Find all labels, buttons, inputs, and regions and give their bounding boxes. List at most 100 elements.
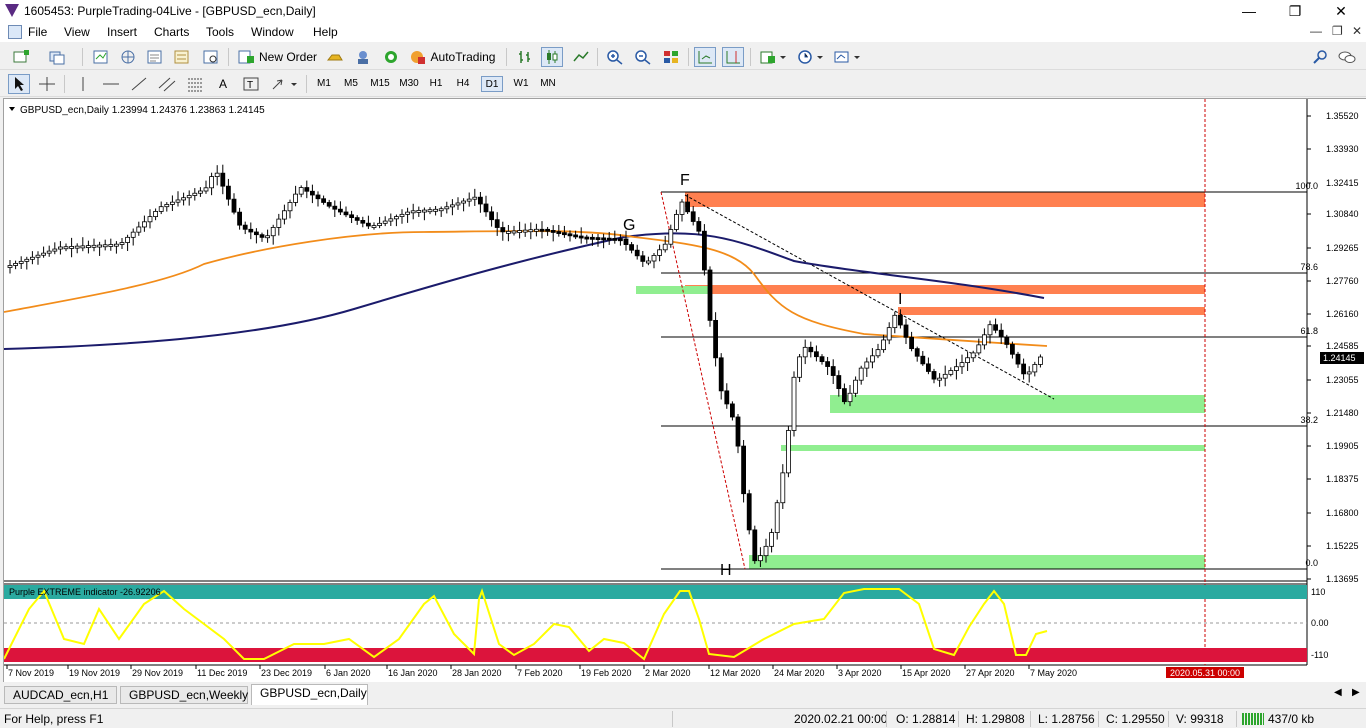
title-bar: 1605453: PurpleTrading-04Live - [GBPUSD_… <box>0 0 1366 22</box>
minimize-icon[interactable]: — <box>1226 0 1272 22</box>
gold-bars-icon[interactable] <box>324 47 346 67</box>
date-tick-label: 7 May 2020 <box>1030 668 1077 678</box>
current-price-label: 1.24145 <box>1323 353 1356 363</box>
crosshair-icon[interactable] <box>36 74 58 94</box>
date-tick-label: 16 Jan 2020 <box>388 668 438 678</box>
close-icon[interactable]: ✕ <box>1318 0 1364 22</box>
auto-scroll-icon[interactable] <box>694 47 716 67</box>
timeframe-w1[interactable]: W1 <box>509 76 533 92</box>
price-tick-label: 1.18375 <box>1326 474 1359 484</box>
candle[interactable] <box>707 266 713 327</box>
data-window-icon[interactable] <box>171 47 193 67</box>
market-watch-icon[interactable] <box>90 47 112 67</box>
status-bar: For Help, press F1 2020.02.21 00:00 O: 1… <box>0 708 1366 728</box>
menu-file[interactable]: File <box>28 25 47 39</box>
menu-insert[interactable]: Insert <box>107 25 137 39</box>
menu-tools[interactable]: Tools <box>206 25 234 39</box>
candle[interactable] <box>741 439 746 503</box>
timeframe-d1[interactable]: D1 <box>481 76 503 92</box>
bar-chart-icon[interactable] <box>514 47 536 67</box>
menu-window[interactable]: Window <box>251 25 294 39</box>
price-tick-label: 1.33930 <box>1326 144 1359 154</box>
arrows-dropdown[interactable] <box>268 74 300 94</box>
mdi-restore-icon[interactable]: ❐ <box>1332 24 1343 38</box>
price-tick-label: 1.29265 <box>1326 243 1359 253</box>
chat-icon[interactable] <box>1336 47 1358 67</box>
price-tick-label: 1.23055 <box>1326 375 1359 385</box>
tab-audcad-h1[interactable]: AUDCAD_ecn,H1 <box>4 686 117 704</box>
text-tool-icon[interactable]: A <box>212 74 234 94</box>
periods-dropdown[interactable] <box>794 47 826 67</box>
signals-icon[interactable] <box>352 47 374 67</box>
autotrading-button[interactable]: AutoTrading <box>406 47 498 67</box>
candle[interactable] <box>791 371 797 437</box>
timeframe-m30[interactable]: M30 <box>396 76 422 92</box>
timeframe-m5[interactable]: M5 <box>340 76 362 92</box>
maximize-icon[interactable]: ❐ <box>1272 0 1318 22</box>
new-order-button[interactable]: New Order <box>236 47 318 67</box>
svg-text:T: T <box>247 80 253 91</box>
price-tick-label: 1.21480 <box>1326 408 1359 418</box>
text-label-icon[interactable]: T <box>240 74 262 94</box>
equidistant-channel-icon[interactable] <box>156 74 178 94</box>
fibonacci-retracement-icon[interactable] <box>184 74 206 94</box>
cursor-icon[interactable] <box>8 74 30 94</box>
menu-bar: File View Insert Charts Tools Window Hel… <box>0 22 1366 42</box>
menu-charts[interactable]: Charts <box>154 25 189 39</box>
chart-window[interactable]: GBPUSD_ecn,Daily 1.23994 1.24376 1.23863… <box>3 98 1366 682</box>
date-tick-label: 19 Nov 2019 <box>69 668 120 678</box>
candle[interactable] <box>746 489 752 535</box>
timeframe-m1[interactable]: M1 <box>313 76 335 92</box>
search-icon[interactable] <box>1310 47 1332 67</box>
mdi-minimize-icon[interactable]: — <box>1310 24 1322 38</box>
horizontal-line-icon[interactable] <box>100 74 122 94</box>
menu-help[interactable]: Help <box>313 25 338 39</box>
connection-status-icon[interactable] <box>1242 713 1264 725</box>
zoom-out-icon[interactable] <box>632 47 654 67</box>
tabs-scroll-left-icon[interactable]: ◀ <box>1334 687 1342 698</box>
oscillator-oversold-band <box>4 648 1307 662</box>
price-tick-label: 1.35520 <box>1326 111 1359 121</box>
candlestick-chart-icon[interactable] <box>541 47 563 67</box>
candle[interactable] <box>752 525 758 564</box>
tab-gbpusd-weekly[interactable]: GBPUSD_ecn,Weekly <box>120 686 248 704</box>
chart-tabs: AUDCAD_ecn,H1 GBPUSD_ecn,Weekly GBPUSD_e… <box>0 683 1366 705</box>
profiles-icon[interactable] <box>46 47 68 67</box>
date-tick-label: 6 Jan 2020 <box>326 668 371 678</box>
wave-label-i: I <box>898 291 902 308</box>
status-high: H: 1.29808 <box>966 712 1025 726</box>
date-tick-label: 27 Apr 2020 <box>966 668 1015 678</box>
indicator-level-zero: 0.00 <box>1311 618 1329 628</box>
strategy-tester-icon[interactable] <box>200 47 222 67</box>
new-order-label: New Order <box>258 50 317 64</box>
tabs-scroll-right-icon[interactable]: ▶ <box>1352 687 1360 698</box>
tile-windows-icon[interactable] <box>660 47 682 67</box>
price-tick-label: 1.16800 <box>1326 508 1359 518</box>
app-logo-icon <box>5 4 19 17</box>
terminal-icon[interactable] <box>144 47 166 67</box>
future-date-label: 2020.05.31 00:00 <box>1170 668 1240 678</box>
templates-dropdown[interactable] <box>831 47 863 67</box>
status-low: L: 1.28756 <box>1038 712 1095 726</box>
timeframe-h1[interactable]: H1 <box>425 76 447 92</box>
vertical-line-icon[interactable] <box>72 74 94 94</box>
timeframe-h4[interactable]: H4 <box>452 76 474 92</box>
tab-gbpusd-daily[interactable]: GBPUSD_ecn,Daily <box>251 684 368 705</box>
navigator-icon[interactable] <box>117 47 139 67</box>
zoom-in-icon[interactable] <box>604 47 626 67</box>
new-chart-icon[interactable] <box>10 47 32 67</box>
trendline-icon[interactable] <box>128 74 150 94</box>
indicators-dropdown[interactable] <box>757 47 789 67</box>
mdi-close-icon[interactable]: ✕ <box>1352 24 1362 38</box>
timeframe-m15[interactable]: M15 <box>367 76 393 92</box>
chart-shift-icon[interactable] <box>722 47 744 67</box>
line-chart-icon[interactable] <box>570 47 592 67</box>
candle[interactable] <box>702 224 707 276</box>
indicator-level-top: 110 <box>1311 587 1325 597</box>
price-tick-label: 1.30840 <box>1326 209 1359 219</box>
timeframe-mn[interactable]: MN <box>536 76 560 92</box>
candle[interactable] <box>786 426 791 478</box>
market-icon[interactable] <box>380 47 402 67</box>
menu-view[interactable]: View <box>64 25 90 39</box>
price-chart[interactable]: GBPUSD_ecn,Daily 1.23994 1.24376 1.23863… <box>3 99 1366 682</box>
